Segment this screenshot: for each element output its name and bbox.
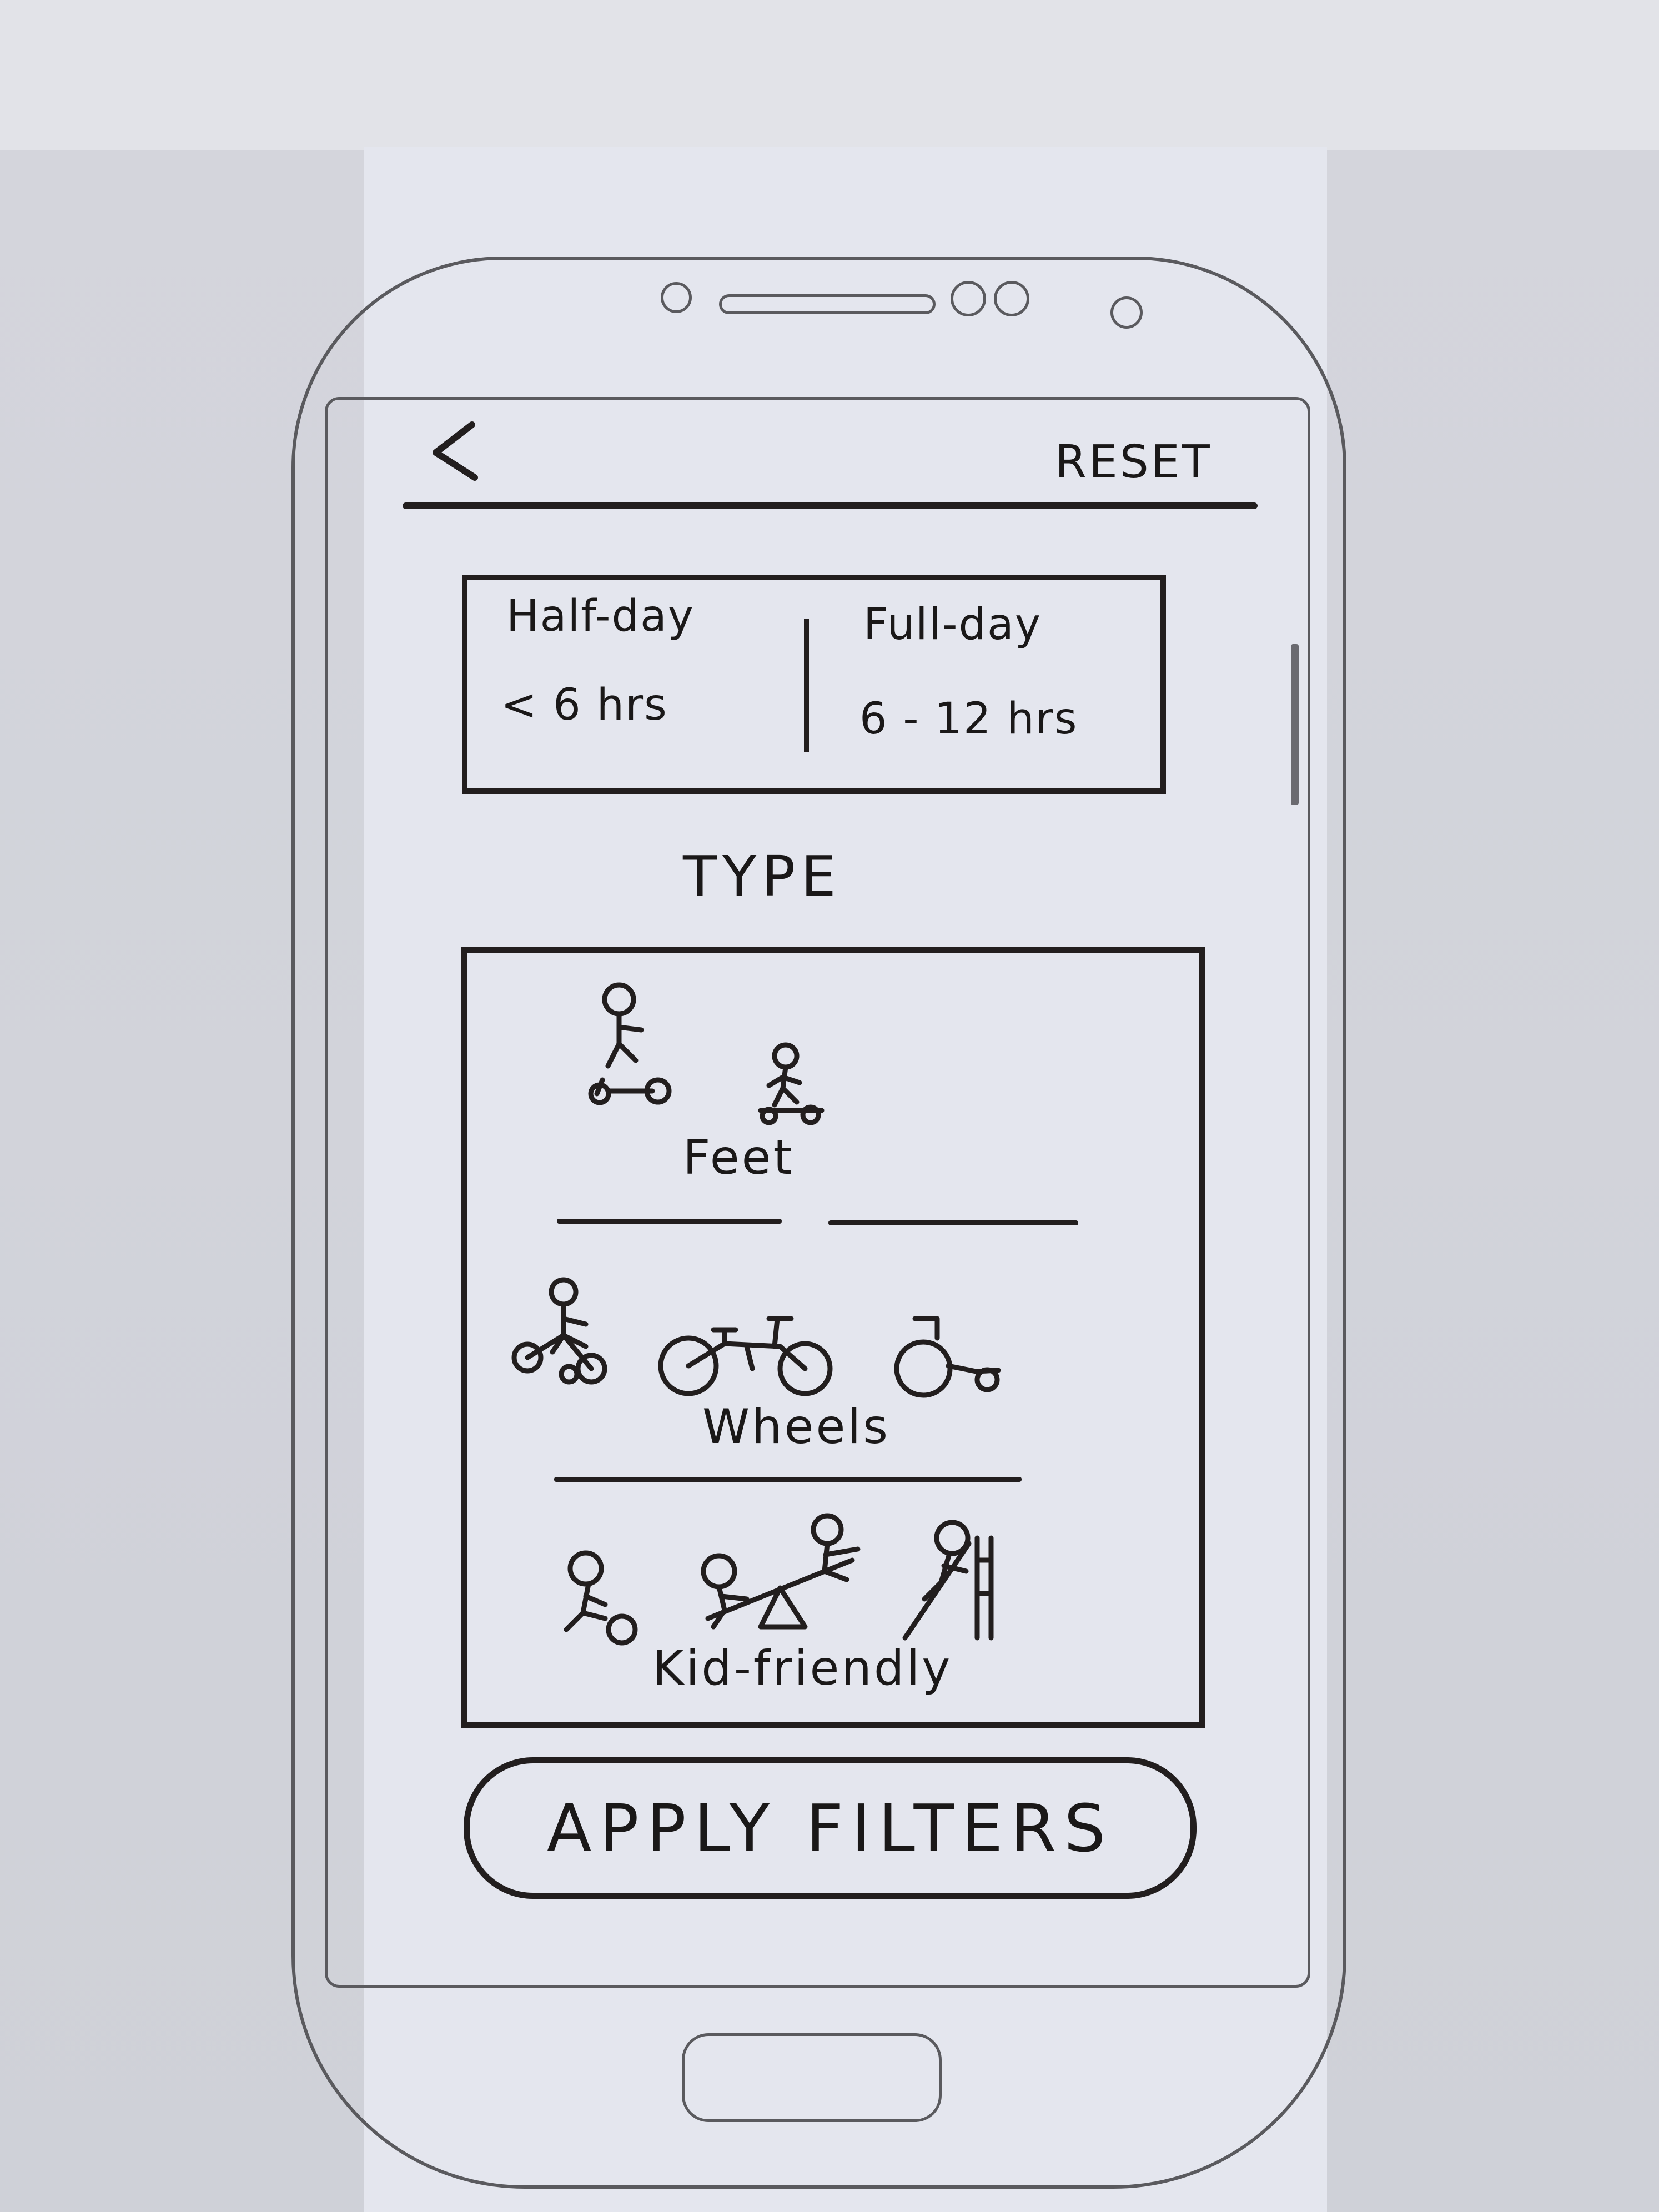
wheelchair-icon	[894, 1316, 1001, 1398]
half-day-title: Half-day	[506, 591, 695, 641]
apply-filters-button[interactable]: APPLY FILTERS	[464, 1757, 1197, 1899]
duration-divider	[804, 619, 809, 752]
tricycle-rider-icon	[511, 1277, 607, 1385]
category-divider	[554, 1477, 1022, 1482]
reset-button[interactable]: RESET	[1055, 436, 1212, 489]
type-heading: TYPE	[683, 844, 842, 909]
half-day-detail: < 6 hrs	[501, 680, 668, 730]
category-divider	[828, 1220, 1078, 1225]
header-divider	[403, 502, 1258, 509]
full-day-detail: 6 - 12 hrs	[859, 694, 1078, 744]
apply-filters-label: APPLY FILTERS	[546, 1789, 1114, 1867]
scooter-rider-icon	[588, 982, 672, 1105]
category-label-wheels: Wheels	[702, 1399, 891, 1455]
category-feet[interactable]	[469, 955, 1197, 1210]
full-day-title: Full-day	[863, 600, 1042, 650]
category-label-kid-friendly: Kid-friendly	[652, 1641, 953, 1696]
earpiece-speaker	[719, 294, 936, 314]
skater-icon	[758, 1042, 825, 1125]
bicycle-icon	[658, 1316, 833, 1396]
back-arrow-icon[interactable]	[428, 421, 489, 483]
sensor	[1110, 296, 1143, 329]
category-divider	[557, 1219, 782, 1224]
home-button[interactable]	[682, 2033, 942, 2122]
kid-ball-icon	[564, 1550, 638, 1646]
front-camera	[661, 282, 692, 313]
seesaw-icon	[701, 1513, 861, 1630]
background	[0, 0, 1659, 150]
category-label-feet: Feet	[683, 1130, 795, 1185]
sensor	[994, 281, 1029, 316]
sensor	[951, 281, 986, 316]
slide-icon	[902, 1520, 994, 1641]
